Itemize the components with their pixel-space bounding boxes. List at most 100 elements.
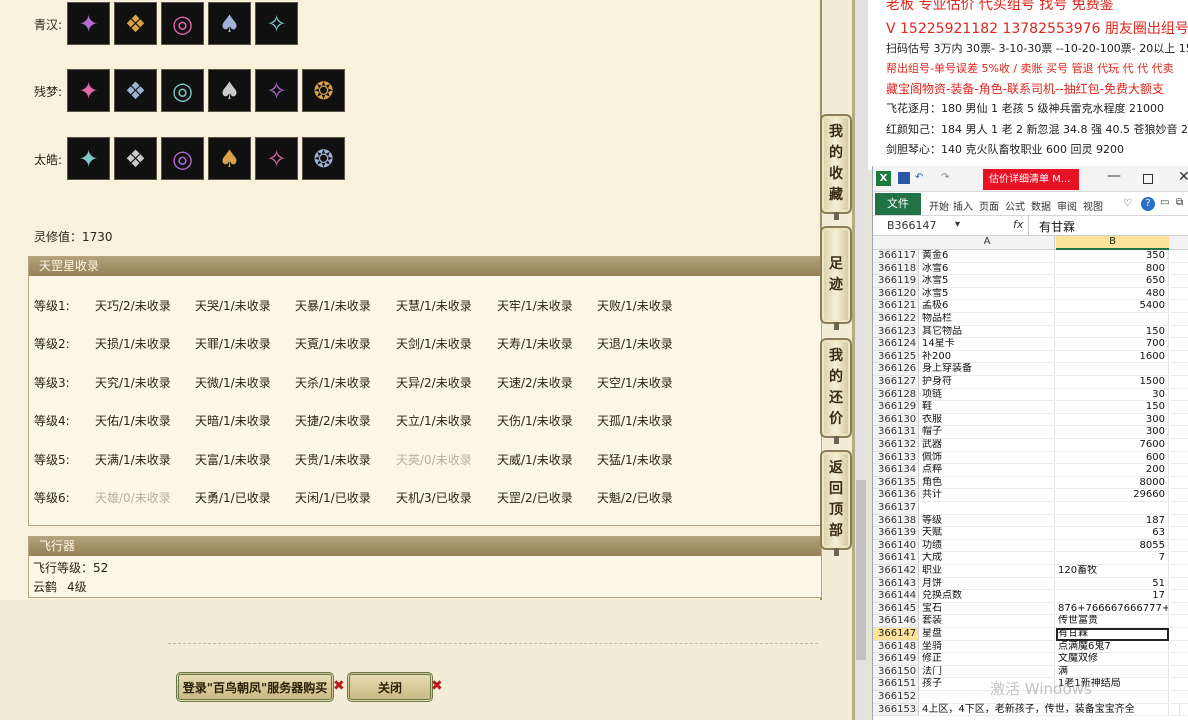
cell-a[interactable]: 角色 [920,476,1055,490]
row-number[interactable]: 366130 [873,413,919,427]
page-scrollbar-thumb[interactable] [856,480,866,660]
cell-a[interactable]: 职业 [920,565,1055,578]
row-number[interactable]: 366136 [873,489,919,502]
cell-c[interactable] [1170,678,1188,691]
maximize-button[interactable] [1143,174,1153,184]
row-number[interactable]: 366142 [873,565,919,578]
cell-c[interactable] [1170,263,1188,276]
row-number[interactable]: 366132 [873,439,919,452]
row-number[interactable]: 366143 [873,577,919,591]
cell-b[interactable]: 300 [1056,413,1169,427]
save-icon[interactable] [898,172,910,184]
cell-c[interactable] [1170,439,1188,452]
tab-home[interactable]: 开始 [929,198,949,213]
cell-b[interactable]: 63 [1056,527,1169,540]
tab-review[interactable]: 审阅 [1057,198,1077,213]
cell-a[interactable]: 补200 [920,350,1055,364]
cell-c[interactable] [1170,250,1188,263]
row-number[interactable]: 366119 [873,275,919,288]
flower-icon[interactable]: ✧ [255,69,298,112]
cell-b[interactable]: 800 [1056,262,1169,276]
heart-icon[interactable]: ♡ [1123,198,1132,209]
cell-a[interactable]: 4上区，4下区，老新孩子，传世，装备宝宝齐全 [920,703,1180,717]
tab-formula[interactable]: 公式 [1005,198,1025,213]
cell-c[interactable] [1170,515,1188,528]
cell-b[interactable]: 7600 [1056,439,1169,452]
ribbon-restore-icon[interactable]: ⧉ [1176,197,1183,208]
row-number[interactable]: 366146 [873,615,919,628]
cell-a[interactable]: 冰雪6 [920,262,1055,276]
row-number[interactable]: 366125 [873,350,919,364]
cell-b[interactable]: 187 [1056,514,1169,528]
cell-b[interactable]: 29660 [1056,489,1169,502]
login-buy-close-icon[interactable]: ✖ [333,678,345,694]
necklace-icon[interactable]: ◎ [161,137,204,180]
cell-c[interactable] [1170,552,1188,565]
cell-b[interactable]: 150 [1056,401,1169,414]
cell-c[interactable] [1170,691,1188,704]
cell-c[interactable] [1170,653,1188,666]
tab-view[interactable]: 视图 [1083,198,1103,213]
file-name-tab[interactable]: 估价详细清单 M... [983,169,1079,190]
cell-b[interactable]: 传世富贵 [1056,615,1169,628]
cell-a[interactable]: 14星卡 [920,338,1055,351]
cell-b[interactable]: 17 [1056,590,1169,603]
my-favorites-tab[interactable]: 我的收藏 [820,114,852,214]
cell-a[interactable]: 天赋 [920,527,1055,540]
row-number[interactable]: 366134 [873,464,919,477]
gem-crown-icon[interactable]: ✦ [67,2,110,45]
cell-a[interactable]: 坐骑 [920,640,1055,654]
cell-c[interactable] [1170,502,1188,515]
cell-c[interactable] [1170,578,1188,591]
cell-a[interactable]: 等级 [920,514,1055,528]
tab-data[interactable]: 数据 [1031,198,1051,213]
sword-icon[interactable]: ✧ [255,137,298,180]
cell-a[interactable]: 项链 [920,388,1055,402]
cell-a[interactable]: 星盘 [920,628,1055,641]
cell-b[interactable]: 30 [1056,388,1169,402]
row-number[interactable]: 366129 [873,401,919,414]
cell-b[interactable]: 满 [1056,665,1169,679]
cell-c[interactable] [1170,338,1188,351]
cell-b[interactable]: 650 [1056,275,1169,288]
cell-a[interactable]: 兑换点数 [920,590,1055,603]
row-number[interactable]: 366123 [873,325,919,339]
cell-c[interactable] [1170,363,1188,376]
column-a-header[interactable]: A [920,236,1055,250]
undo-icon[interactable]: ↶ [915,172,923,183]
cell-a[interactable]: 功绩 [920,539,1055,553]
ribbon-minimize-icon[interactable]: ▭ [1160,197,1169,208]
cell-b[interactable]: 7 [1056,552,1169,565]
cell-a[interactable]: 物品栏 [920,313,1055,326]
cell-c[interactable] [1170,641,1188,654]
cell-c[interactable] [1170,464,1188,477]
row-number[interactable]: 366144 [873,590,919,603]
minimize-button[interactable]: — [1107,168,1121,184]
cell-c[interactable] [1170,401,1188,414]
cell-b[interactable] [1056,313,1169,326]
row-number[interactable]: 366128 [873,388,919,402]
cell-c[interactable] [1170,414,1188,427]
row-number[interactable]: 366127 [873,376,919,389]
cell-a[interactable] [920,502,1055,515]
butterfly-icon[interactable]: ◎ [161,69,204,112]
cell-c[interactable] [1170,489,1188,502]
file-tab[interactable]: 文件 [875,193,921,215]
cell-b[interactable]: 150 [1056,325,1169,339]
row-number[interactable]: 366150 [873,665,919,679]
cell-a[interactable]: 法门 [920,665,1055,679]
cell-c[interactable] [1170,666,1188,679]
mask-icon[interactable]: ❖ [114,2,157,45]
column-b-header[interactable]: B [1056,236,1169,250]
footprint-tab[interactable]: 足迹 [820,226,852,324]
cell-b[interactable]: 700 [1056,338,1169,351]
cell-a[interactable]: 大成 [920,552,1055,565]
cell-a[interactable]: 佩饰 [920,451,1055,465]
row-number[interactable]: 366137 [873,502,919,515]
row-number[interactable]: 366133 [873,451,919,465]
window-close-button[interactable]: ✕ [1178,169,1188,185]
cell-a[interactable]: 共计 [920,489,1055,502]
cell-a[interactable]: 修正 [920,653,1055,666]
cell-b[interactable]: 8000 [1056,476,1169,490]
row-number[interactable]: 366122 [873,313,919,326]
